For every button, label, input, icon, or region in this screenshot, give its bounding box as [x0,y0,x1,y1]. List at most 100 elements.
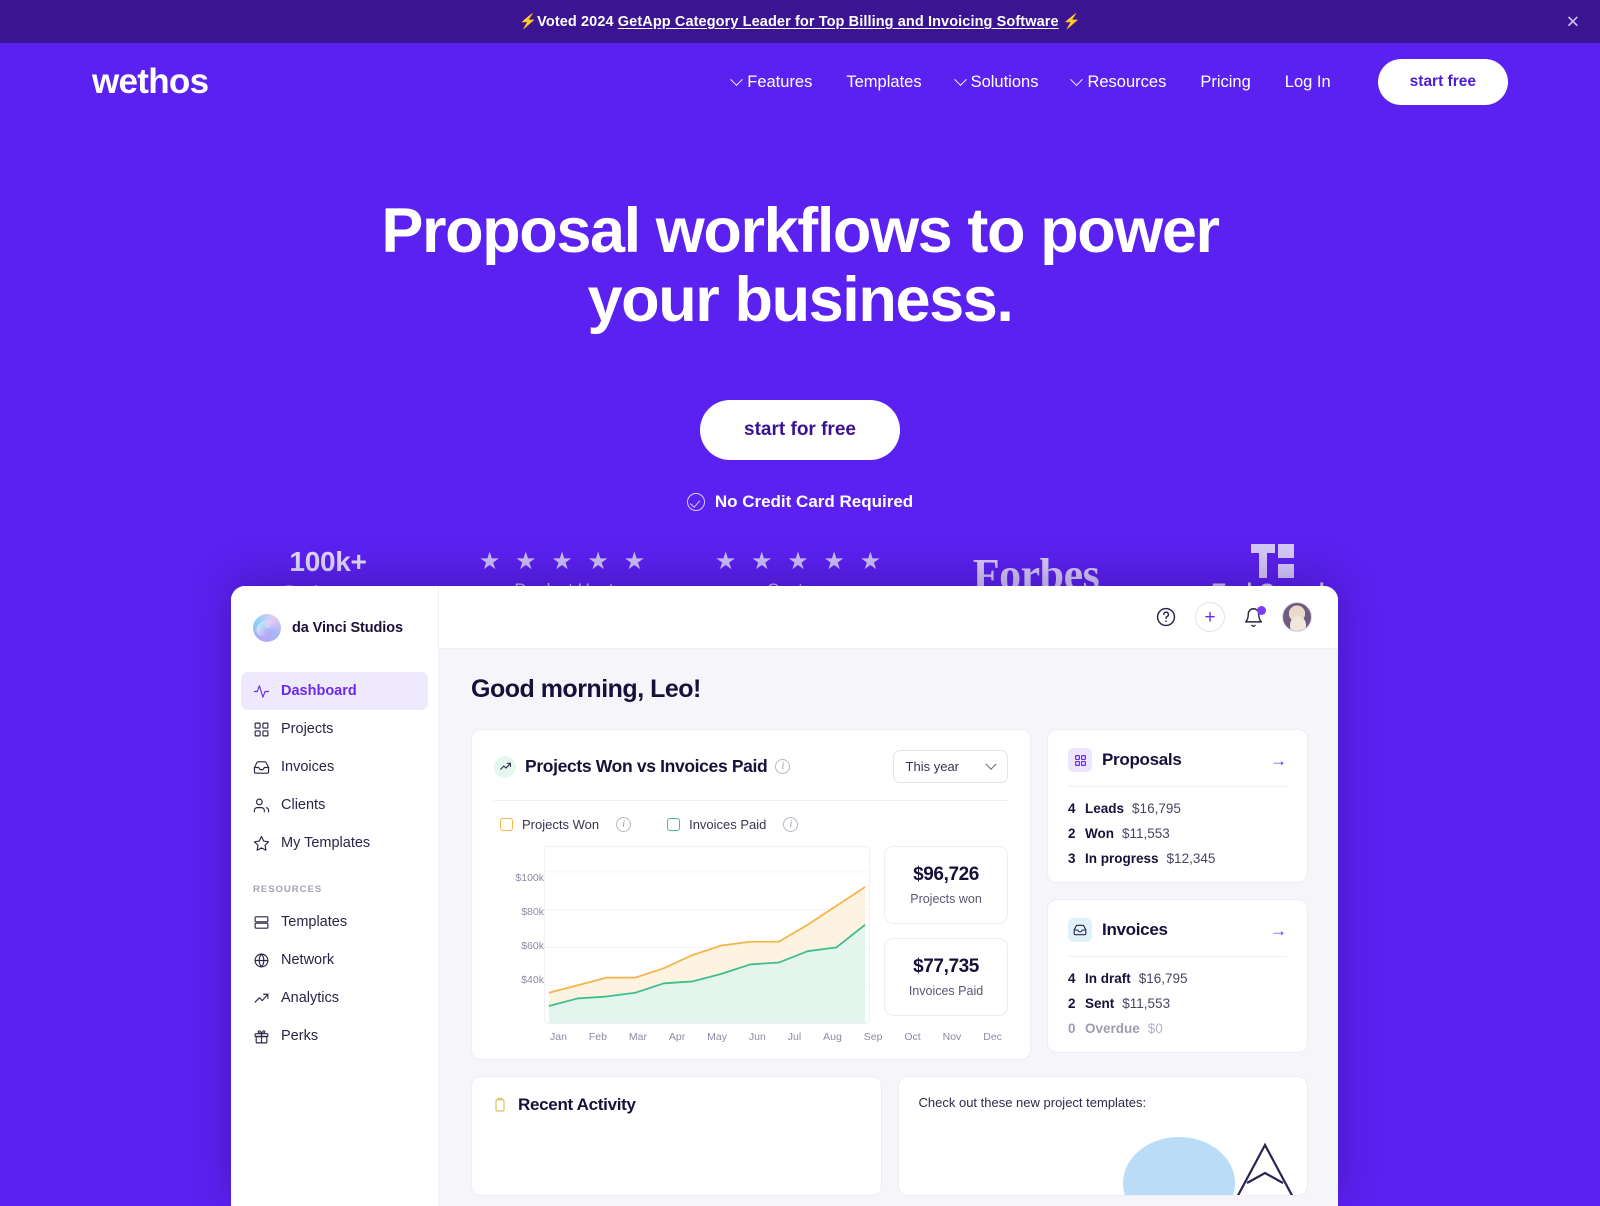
nav-item-resources[interactable]: Resources [1055,73,1183,92]
workspace-logo-icon [253,614,281,642]
chevron-down-icon [953,72,967,86]
date-range-value: This year [905,759,960,774]
row-value: $0 [1147,1021,1163,1036]
date-range-select[interactable]: This year [892,750,1009,783]
notifications-icon[interactable] [1243,605,1266,628]
arrow-right-icon[interactable]: → [1270,752,1287,769]
row-label: In progress [1085,851,1159,866]
info-icon[interactable]: i [783,817,799,832]
info-icon[interactable]: i [616,817,632,832]
row-count: 4 [1068,801,1076,816]
announcement-suffix: ⚡ [1058,14,1081,30]
sidebar-item-label: Analytics [281,990,340,1006]
help-icon[interactable] [1155,606,1177,628]
sidebar-item-dashboard[interactable]: Dashboard [241,672,428,710]
start-free-button[interactable]: start free [1377,59,1508,105]
divider [1068,956,1287,957]
invoices-title: Invoices [1102,920,1168,939]
row-count: 0 [1068,1021,1076,1036]
sidebar-item-label: My Templates [281,835,371,851]
grid-icon [1068,748,1093,772]
list-item: 0 Overdue $0 [1068,1011,1287,1036]
sidebar-item-perks[interactable]: Perks [241,1017,428,1055]
start-for-free-button[interactable]: start for free [700,400,900,461]
globe-icon [254,953,269,967]
star-icon [253,835,270,851]
inbox-icon [253,760,270,774]
create-new-button[interactable]: + [1195,602,1225,632]
y-tick: $100k [515,872,544,884]
nav-item-pricing[interactable]: Pricing [1183,73,1267,92]
sidebar-item-templates[interactable]: Templates [241,903,428,941]
sidebar-item-my-templates[interactable]: My Templates [241,824,428,862]
list-item: 4 Leads $16,795 [1068,791,1287,816]
sidebar-item-label: Projects [281,721,334,737]
activity-icon [253,684,270,698]
hero-section: Proposal workflows to power your busines… [0,121,1600,604]
legend-item-projects-won[interactable]: Projects Won i [500,817,632,832]
dashboard-content: Good morning, Leo! Projects Won vs Invoi… [439,649,1338,1206]
inbox-icon [1068,918,1093,942]
hero-cta-wrap: start for free [0,400,1600,461]
divider [1068,786,1287,787]
recent-activity-header: Recent Activity [492,1095,861,1115]
sidebar-item-analytics[interactable]: Analytics [241,979,428,1017]
wethos-logo[interactable]: wethos [92,62,209,102]
chart-card: Projects Won vs Invoices Paid i This yea… [471,729,1032,1060]
close-icon[interactable]: ✕ [1566,13,1580,30]
row-count: 2 [1068,826,1076,841]
chevron-down-icon [730,72,744,86]
nav-item-login[interactable]: Log In [1268,73,1348,92]
hero-line-2: your business. [587,264,1013,335]
announcement-text: ⚡Voted 2024 GetApp Category Leader for T… [519,13,1081,30]
x-tick: May [707,1031,727,1043]
users-icon [253,798,270,812]
templates-illustration [1123,1137,1294,1195]
legend-swatch-green [667,818,681,831]
list-item: 4 In draft $16,795 [1068,961,1287,986]
x-tick: Jul [787,1031,802,1043]
legend-label: Invoices Paid [689,817,767,832]
kpi-label: Projects won [910,892,982,906]
arrow-right-icon[interactable]: → [1270,922,1287,939]
sidebar-item-clients[interactable]: Clients [241,786,428,824]
clipboard-icon [495,1097,505,1112]
nav-label: Solutions [970,72,1039,91]
no-credit-card-label: No Credit Card Required [714,492,914,512]
y-tick: $60k [521,940,544,952]
announcement-link[interactable]: GetApp Category Leader for Top Billing a… [618,14,1059,30]
workspace-brand[interactable]: da Vinci Studios [231,606,438,650]
x-tick: Dec [983,1031,1002,1043]
row-value: $16,795 [1132,801,1181,816]
notification-badge [1257,605,1266,615]
info-icon[interactable]: i [775,759,791,774]
sidebar-item-projects[interactable]: Projects [241,710,428,748]
x-tick: Mar [628,1031,647,1043]
kpi-invoices-paid: $77,735 Invoices Paid [884,938,1009,1016]
x-tick: Nov [942,1031,962,1043]
trending-up-icon [494,755,516,778]
list-item: 2 Sent $11,553 [1068,986,1287,1011]
chevron-down-icon [1070,72,1084,86]
avatar[interactable] [1282,602,1312,632]
dashboard-sidebar: da Vinci Studios Dashboard Projects Invo… [231,586,439,1206]
nav-item-templates[interactable]: Templates [829,73,938,92]
sidebar-item-network[interactable]: Network [241,941,428,979]
kpi-value: $96,726 [913,864,979,885]
row-label: Leads [1085,801,1125,816]
grid-icon [254,722,269,736]
nav-item-features[interactable]: Features [715,73,829,92]
legend-swatch-orange [500,818,513,831]
sidebar-item-invoices[interactable]: Invoices [241,748,428,786]
legend-item-invoices-paid[interactable]: Invoices Paid i [667,817,799,832]
chart-title: Projects Won vs Invoices Paid [525,756,768,776]
kpi-value: $77,735 [913,956,979,977]
sidebar-item-label: Dashboard [281,683,357,699]
trending-up-icon [254,993,269,1003]
row-label: Overdue [1085,1021,1140,1036]
chart-kpis: $96,726 Projects won $77,735 Invoices Pa… [884,846,1009,1024]
nav-label: Templates [846,72,922,91]
no-credit-card-note: No Credit Card Required [0,492,1600,512]
list-item: 3 In progress $12,345 [1068,841,1287,866]
nav-item-solutions[interactable]: Solutions [939,73,1056,92]
